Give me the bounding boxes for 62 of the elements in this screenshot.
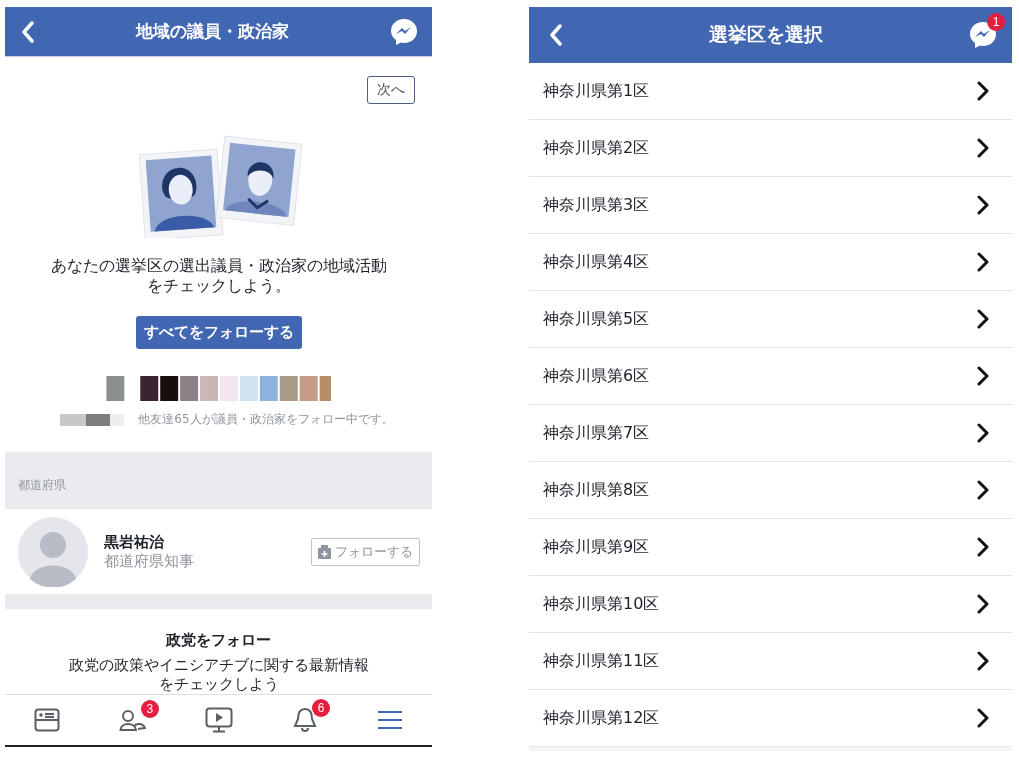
bell-icon [292, 707, 319, 733]
back-button[interactable] [21, 20, 35, 43]
chevron-icon [976, 309, 990, 329]
district-row[interactable]: 神奈川県第4区 [529, 234, 1012, 291]
district-row[interactable]: 神奈川県第11区 [529, 633, 1012, 690]
district-row[interactable]: 神奈川県第6区 [529, 348, 1012, 405]
tab-button[interactable]: 6 [292, 699, 331, 733]
chevron-icon [976, 252, 990, 272]
district-label: 神奈川県第9区 [543, 536, 650, 558]
district-row[interactable]: 神奈川県第12区 [529, 690, 1012, 747]
politician-role: 都道府県知事 [104, 551, 195, 571]
district-label: 神奈川県第3区 [543, 194, 650, 216]
notification-badge: 6 [312, 699, 331, 717]
messenger-button[interactable]: 1 [968, 13, 1005, 50]
politician-name: 黒岩祐治 [104, 532, 165, 552]
party-title: 政党をフォロー [166, 631, 271, 650]
district-label: 神奈川県第2区 [543, 137, 650, 159]
intro-text: あなたの選挙区の選出議員・政治家の地域活動をチェックしよう。 [50, 255, 387, 296]
chevron-icon [976, 138, 990, 158]
district-label: 神奈川県第8区 [543, 479, 650, 501]
chevron-icon [976, 81, 990, 101]
district-label: 神奈川県第5区 [543, 308, 650, 330]
friends-icon [118, 708, 147, 732]
chevron-icon [976, 708, 990, 728]
notification-badge: 3 [140, 700, 159, 718]
chevron-icon [976, 423, 990, 443]
chevron-icon [976, 195, 990, 215]
friends-note: 他友達65人が議員・政治家をフォロー中です。 [137, 412, 395, 428]
district-row[interactable]: 神奈川県第1区 [529, 63, 1012, 120]
chevron-icon [976, 366, 990, 386]
menu-icon [376, 710, 403, 730]
notification-badge: 1 [987, 13, 1005, 31]
district-label: 神奈川県第10区 [543, 593, 660, 615]
district-label: 神奈川県第7区 [543, 422, 650, 444]
district-row[interactable]: 神奈川県第7区 [529, 405, 1012, 462]
screen-title: 地域の議員・政治家 [135, 20, 289, 43]
district-row[interactable]: 神奈川県第5区 [529, 291, 1012, 348]
district-row[interactable]: 神奈川県第3区 [529, 177, 1012, 234]
district-row[interactable]: 神奈川県第10区 [529, 576, 1012, 633]
plus-icon [318, 544, 331, 559]
district-label: 神奈川県第1区 [543, 80, 650, 102]
district-label: 神奈川県第4区 [543, 251, 650, 273]
video-icon [205, 707, 234, 733]
back-button[interactable] [549, 24, 563, 46]
follow-all-button[interactable]: すべてをフォローする [135, 315, 302, 349]
news-feed-icon [34, 708, 61, 732]
screen-title: 選挙区を選択 [708, 22, 823, 47]
party-description: 政党の政策やイニシアチブに関する最新情報をチェックしよう [68, 656, 369, 694]
section-label: 都道府県 [18, 477, 66, 495]
district-row[interactable]: 神奈川県第2区 [529, 120, 1012, 177]
district-label: 神奈川県第11区 [543, 650, 660, 672]
district-label: 神奈川県第6区 [543, 365, 650, 387]
chevron-icon [976, 480, 990, 500]
district-row[interactable]: 神奈川県第9区 [529, 519, 1012, 576]
chevron-icon [976, 594, 990, 614]
chevron-icon [976, 537, 990, 557]
next-button[interactable]: 次へ [367, 76, 415, 104]
district-label: 神奈川県第12区 [543, 707, 660, 729]
tab-button[interactable]: 3 [118, 700, 159, 732]
chevron-icon [976, 651, 990, 671]
district-row[interactable]: 神奈川県第8区 [529, 462, 1012, 519]
avatar [18, 516, 88, 587]
